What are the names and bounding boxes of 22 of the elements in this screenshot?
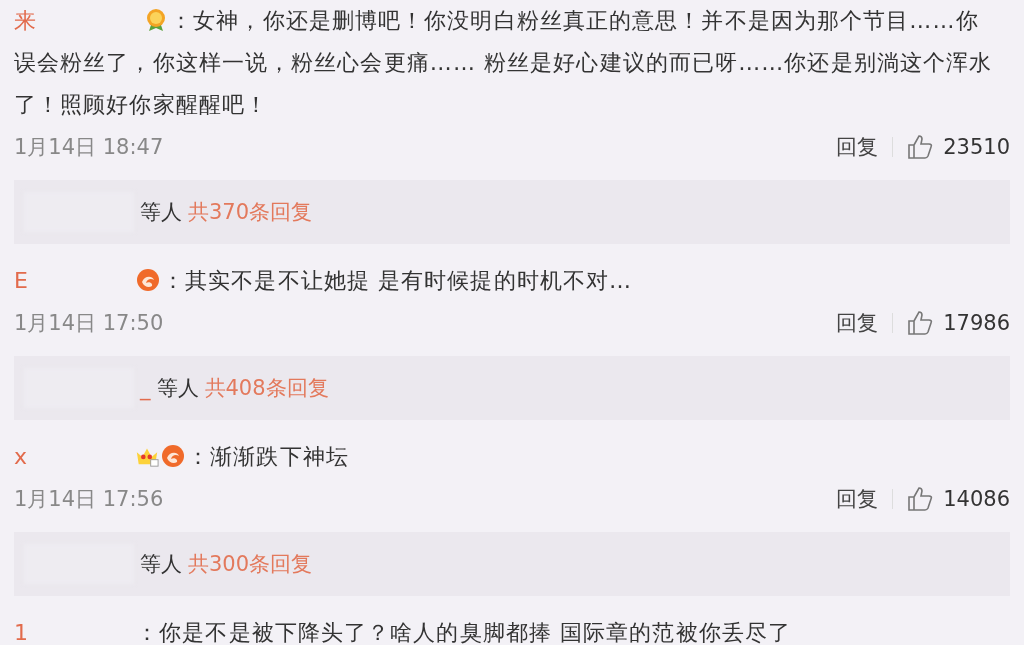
like-count: 23510 bbox=[943, 135, 1010, 159]
repliers-label: 等人 bbox=[156, 375, 199, 402]
reply-button[interactable]: 回复 bbox=[836, 485, 879, 513]
timestamp: 1月14日 17:56 bbox=[14, 486, 165, 513]
thumbs-up-icon[interactable] bbox=[907, 134, 934, 160]
comment-text: 1 ：你是不是被下降头了？啥人的臭脚都捧 国际章的范被你丢尽了 bbox=[14, 619, 792, 645]
timestamp: 1月14日 17:50 bbox=[14, 310, 165, 337]
comment-text: 来 ：女神，你还是删博吧！你没明白粉丝真正的意思！并不是因为那个节目……你误会粉丝了，你这样一说，粉丝心会更痛…… 粉丝是好心建议的而已呀……你还是别淌这个浑水了！照顾好你家醒醒吧！ bbox=[14, 7, 994, 119]
thumbs-up-icon[interactable] bbox=[907, 486, 934, 512]
reply-button[interactable]: 回复 bbox=[836, 309, 879, 337]
like-count: 17986 bbox=[943, 311, 1010, 335]
badge-icon bbox=[161, 444, 186, 468]
comment-text: E ：其实不是不让她提 是有时候提的时机不对… bbox=[14, 267, 634, 295]
repliers-label: 等人 bbox=[140, 551, 182, 578]
badge-icon bbox=[136, 268, 160, 292]
comment-text: x ：渐渐跌下神坛 bbox=[14, 443, 350, 471]
repliers-label: 等人 bbox=[140, 199, 182, 226]
thumbs-up-icon[interactable] bbox=[907, 310, 934, 336]
reply-button[interactable]: 回复 bbox=[836, 133, 879, 161]
username: _ bbox=[140, 376, 151, 400]
timestamp: 1月14日 18:47 bbox=[14, 134, 165, 161]
like-count: 14086 bbox=[943, 487, 1010, 511]
